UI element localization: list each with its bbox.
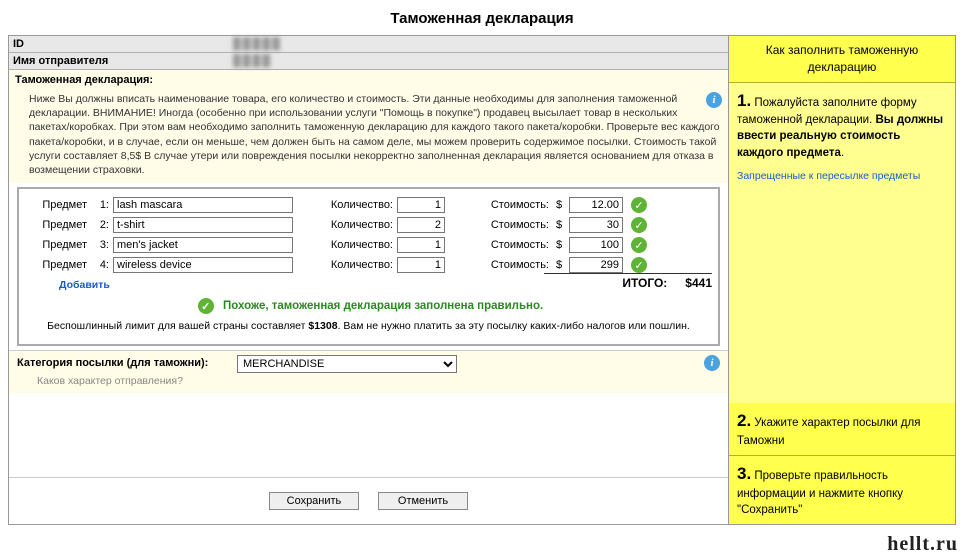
item-row: Предмет 4: Количество: Стоимость: $ ✓	[25, 255, 712, 275]
limit-message: Беспошлинный лимит для вашей страны сост…	[25, 320, 712, 336]
id-value: █████	[233, 38, 282, 50]
info-icon[interactable]: i	[704, 355, 720, 371]
total-row: ИТОГО: $441	[544, 273, 712, 290]
cost-input[interactable]	[569, 237, 623, 253]
dollar-sign: $	[553, 199, 565, 211]
item-label: Предмет	[25, 199, 87, 211]
validation-text: Похоже, таможенная декларация заполнена …	[223, 300, 543, 312]
id-label: ID	[13, 38, 233, 50]
sender-row: Имя отправителя ████	[9, 53, 728, 70]
category-block: Категория посылки (для таможни): MERCHAN…	[9, 350, 728, 393]
item-name-input[interactable]	[113, 197, 293, 213]
qty-input[interactable]	[397, 257, 445, 273]
add-item-link[interactable]: Добавить	[59, 275, 110, 295]
qty-label: Количество:	[303, 199, 393, 211]
item-name-input[interactable]	[113, 217, 293, 233]
sender-value: ████	[233, 55, 272, 67]
item-row: Предмет 2: Количество: Стоимость: $ ✓	[25, 215, 712, 235]
step-2-box: 2. Укажите характер посылки для Таможни	[729, 403, 955, 456]
step-2-text: Укажите характер посылки для Таможни	[737, 417, 920, 447]
sidebar-header: Как заполнить таможенную декларацию	[729, 36, 955, 83]
item-label: Предмет	[25, 219, 87, 231]
main-container: ID █████ Имя отправителя ████ Таможенная…	[8, 35, 956, 525]
step-3-box: 3. Проверьте правильность информации и н…	[729, 456, 955, 524]
buttons-row: Сохранить Отменить	[9, 477, 728, 524]
cost-input[interactable]	[569, 217, 623, 233]
qty-input[interactable]	[397, 217, 445, 233]
cost-label: Стоимость:	[459, 259, 549, 271]
item-number: 4:	[91, 259, 109, 271]
declaration-section-title: Таможенная декларация:	[9, 70, 728, 88]
item-label: Предмет	[25, 239, 87, 251]
limit-text-1: Беспошлинный лимит для вашей страны сост…	[47, 320, 308, 332]
qty-input[interactable]	[397, 197, 445, 213]
qty-input[interactable]	[397, 237, 445, 253]
step-1-period: .	[841, 147, 844, 159]
cost-label: Стоимость:	[459, 219, 549, 231]
total-label: ИТОГО:	[622, 276, 667, 290]
cost-label: Стоимость:	[459, 239, 549, 251]
dollar-sign: $	[553, 239, 565, 251]
item-row: Предмет 3: Количество: Стоимость: $ ✓	[25, 235, 712, 255]
limit-amount: $1308	[308, 320, 337, 332]
id-row: ID █████	[9, 36, 728, 53]
left-column: ID █████ Имя отправителя ████ Таможенная…	[9, 36, 729, 524]
cost-input[interactable]	[569, 197, 623, 213]
check-icon: ✓	[631, 257, 647, 273]
cancel-button[interactable]: Отменить	[378, 492, 468, 510]
step-1-body-filler	[729, 189, 955, 403]
forbidden-items-link[interactable]: Запрещенные к пересылке предметы	[737, 169, 947, 184]
check-icon: ✓	[631, 217, 647, 233]
item-number: 3:	[91, 239, 109, 251]
item-name-input[interactable]	[113, 257, 293, 273]
sender-label: Имя отправителя	[13, 55, 233, 67]
item-label: Предмет	[25, 259, 87, 271]
check-icon: ✓	[198, 298, 214, 314]
category-select[interactable]: MERCHANDISE	[237, 355, 457, 373]
info-icon[interactable]: i	[706, 92, 722, 108]
right-column: Как заполнить таможенную декларацию 1. П…	[729, 36, 955, 524]
item-row: Предмет 1: Количество: Стоимость: $ ✓	[25, 195, 712, 215]
step-3-number: 3.	[737, 464, 751, 483]
item-number: 2:	[91, 219, 109, 231]
cost-label: Стоимость:	[459, 199, 549, 211]
step-1-number: 1.	[737, 91, 751, 110]
item-number: 1:	[91, 199, 109, 211]
dollar-sign: $	[553, 259, 565, 271]
step-1-box: 1. Пожалуйста заполните форму таможенной…	[729, 83, 955, 190]
qty-label: Количество:	[303, 259, 393, 271]
step-2-number: 2.	[737, 411, 751, 430]
category-label: Категория посылки (для таможни):	[17, 355, 237, 369]
category-hint: Каков характер отправления?	[17, 373, 720, 389]
declaration-items-box: Предмет 1: Количество: Стоимость: $ ✓ Пр…	[17, 187, 720, 346]
qty-label: Количество:	[303, 239, 393, 251]
total-value: $441	[685, 276, 712, 290]
limit-text-2: . Вам не нужно платить за эту посылку ка…	[338, 320, 690, 332]
declaration-info-text: Ниже Вы должны вписать наименование това…	[9, 88, 728, 183]
check-icon: ✓	[631, 197, 647, 213]
item-name-input[interactable]	[113, 237, 293, 253]
check-icon: ✓	[631, 237, 647, 253]
cost-input[interactable]	[569, 257, 623, 273]
page-title: Таможенная декларация	[0, 0, 964, 35]
declaration-info-content: Ниже Вы должны вписать наименование това…	[29, 93, 720, 176]
save-button[interactable]: Сохранить	[269, 492, 359, 510]
validation-message: ✓ Похоже, таможенная декларация заполнен…	[25, 290, 712, 320]
watermark: hellt.ru	[887, 533, 958, 556]
qty-label: Количество:	[303, 219, 393, 231]
dollar-sign: $	[553, 219, 565, 231]
step-3-text: Проверьте правильность информации и нажм…	[737, 470, 903, 516]
